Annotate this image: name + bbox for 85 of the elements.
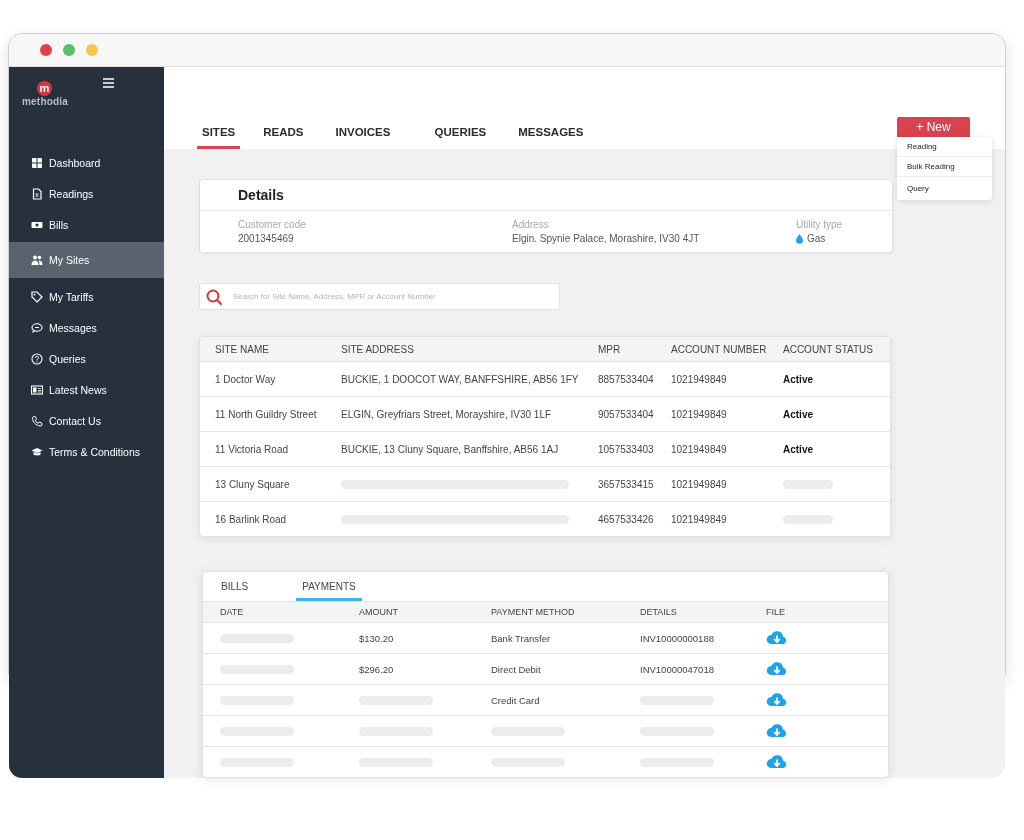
table-cell: INV10000047018 bbox=[640, 663, 714, 675]
grid-icon bbox=[31, 156, 43, 169]
window-controls-icon bbox=[40, 44, 98, 56]
table-cell: 16 Barlink Road bbox=[215, 513, 287, 525]
menu-item[interactable]: Reading bbox=[897, 137, 992, 157]
table-cell: 8857533404 bbox=[598, 373, 654, 385]
table-cell: Direct Debit bbox=[491, 663, 541, 675]
menu-item[interactable]: Bulk Reading bbox=[897, 157, 992, 177]
table-cell: 1021949849 bbox=[671, 373, 727, 385]
column-header: ACCOUNT NUMBER bbox=[671, 343, 768, 355]
table-cell: 1021949849 bbox=[671, 513, 727, 525]
table-cell: Credit Card bbox=[491, 694, 540, 706]
table-cell: Active bbox=[783, 443, 813, 455]
table-cell: 13 Cluny Square bbox=[215, 478, 290, 490]
table-cell: 1 Doctor Way bbox=[215, 373, 276, 385]
column-header: DETAILS bbox=[640, 607, 678, 617]
table-cell: 1021949849 bbox=[671, 443, 727, 455]
table-cell: Active bbox=[783, 373, 813, 385]
cloud-download-icon[interactable] bbox=[766, 660, 788, 676]
column-header: AMOUNT bbox=[359, 607, 399, 617]
table-cell: Bank Transfer bbox=[491, 632, 551, 644]
field-value: 2001345469 bbox=[238, 233, 294, 244]
table-cell: 1021949849 bbox=[671, 408, 727, 420]
phone-icon bbox=[31, 414, 43, 427]
tab[interactable]: MESSAGES bbox=[513, 126, 589, 149]
tab[interactable]: INVOICES bbox=[330, 126, 396, 149]
table-cell: 1057533403 bbox=[598, 443, 654, 455]
sidebar-item[interactable]: Dashboard bbox=[9, 147, 164, 178]
column-header: DATE bbox=[220, 607, 245, 617]
cloud-download-icon[interactable] bbox=[766, 753, 788, 769]
table-cell: BUCKIE, 13 Cluny Square, Banffshire, AB56 1AJ bbox=[341, 443, 559, 455]
new-button[interactable]: + New bbox=[897, 117, 970, 137]
logo-mark: m bbox=[37, 81, 52, 96]
question-icon bbox=[31, 352, 43, 365]
column-header: MPR bbox=[598, 343, 622, 355]
field-value: Gas bbox=[807, 233, 826, 244]
logo-text: methodia bbox=[22, 96, 69, 107]
table-cell: $296.20 bbox=[359, 663, 394, 675]
sidebar-item[interactable]: Contact Us bbox=[9, 405, 164, 436]
column-header: FILE bbox=[766, 607, 786, 617]
table-cell: 9057533404 bbox=[598, 408, 654, 420]
tab[interactable]: BILLS bbox=[221, 581, 249, 601]
menu-item[interactable]: Query bbox=[897, 177, 992, 200]
field-label: Utility type bbox=[796, 219, 844, 230]
sidebar-item[interactable]: Bills bbox=[9, 209, 164, 240]
table-cell: ELGIN, Greyfriars Street, Morayshire, IV30 1LF bbox=[341, 408, 552, 420]
cloud-download-icon[interactable] bbox=[766, 629, 788, 645]
tab[interactable]: SITES bbox=[197, 126, 241, 149]
drop-icon bbox=[796, 233, 803, 244]
sidebar-item[interactable]: Queries bbox=[9, 343, 164, 374]
table-cell: 11 North Guildry Street bbox=[215, 408, 317, 420]
column-header: PAYMENT METHOD bbox=[491, 607, 576, 617]
sidebar-item[interactable]: My Sites bbox=[9, 242, 164, 278]
newspaper-icon bbox=[31, 383, 43, 396]
chat-icon bbox=[31, 321, 43, 334]
table-cell: 4657533426 bbox=[598, 513, 654, 525]
table-cell: $130.20 bbox=[359, 632, 394, 644]
sidebar-item[interactable]: My Tariffs bbox=[9, 281, 164, 312]
tab[interactable]: READS bbox=[258, 126, 309, 149]
document-icon bbox=[31, 187, 43, 200]
table-cell: 1021949849 bbox=[671, 478, 727, 490]
table-cell: 11 Victoria Road bbox=[215, 443, 288, 455]
sidebar-item[interactable]: Readings bbox=[9, 178, 164, 209]
table-cell: BUCKIE, 1 DOOCOT WAY, BANFFSHIRE, AB56 1FY bbox=[341, 373, 579, 385]
sidebar-item[interactable]: Messages bbox=[9, 312, 164, 343]
graduation-cap-icon bbox=[31, 445, 43, 458]
card-title: Details bbox=[238, 187, 284, 203]
table-cell: Active bbox=[783, 408, 813, 420]
sidebar-item[interactable]: Terms & Conditions bbox=[9, 436, 164, 467]
field-label: Address bbox=[512, 219, 550, 230]
cloud-download-icon[interactable] bbox=[766, 722, 788, 738]
field-value: Elgin. Spynie Palace, Morashire, IV30 4JT bbox=[512, 233, 700, 244]
cloud-download-icon[interactable] bbox=[766, 691, 788, 707]
field-label: Customer code bbox=[238, 219, 307, 230]
tab[interactable]: QUERIES bbox=[429, 126, 492, 149]
column-header: SITE NAME bbox=[215, 343, 270, 355]
table-cell: 3657533415 bbox=[598, 478, 654, 490]
tag-icon bbox=[31, 290, 43, 303]
sidebar-item[interactable]: Latest News bbox=[9, 374, 164, 405]
menu-icon[interactable] bbox=[103, 78, 114, 88]
people-icon bbox=[31, 254, 43, 266]
column-header: ACCOUNT STATUS bbox=[783, 343, 874, 355]
column-header: SITE ADDRESS bbox=[341, 343, 415, 355]
search-icon bbox=[206, 289, 222, 305]
table-cell: INV10000000188 bbox=[640, 632, 714, 644]
